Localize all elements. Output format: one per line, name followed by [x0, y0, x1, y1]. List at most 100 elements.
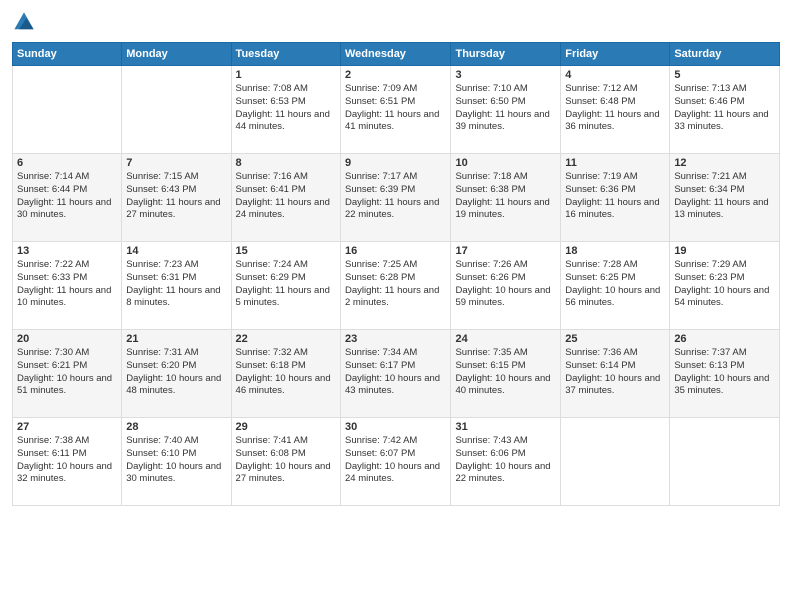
day-number: 31	[455, 421, 556, 433]
day-number: 5	[674, 69, 775, 81]
day-number: 30	[345, 421, 446, 433]
calendar-cell	[13, 66, 122, 154]
week-row-1: 1 Sunrise: 7:08 AMSunset: 6:53 PMDayligh…	[13, 66, 780, 154]
day-number: 24	[455, 333, 556, 345]
day-info: Sunrise: 7:43 AMSunset: 6:06 PMDaylight:…	[455, 435, 550, 484]
page: SundayMondayTuesdayWednesdayThursdayFrid…	[0, 0, 792, 612]
day-info: Sunrise: 7:32 AMSunset: 6:18 PMDaylight:…	[236, 347, 331, 396]
day-info: Sunrise: 7:16 AMSunset: 6:41 PMDaylight:…	[236, 171, 330, 220]
calendar-table: SundayMondayTuesdayWednesdayThursdayFrid…	[12, 42, 780, 506]
day-info: Sunrise: 7:23 AMSunset: 6:31 PMDaylight:…	[126, 259, 220, 308]
day-info: Sunrise: 7:24 AMSunset: 6:29 PMDaylight:…	[236, 259, 330, 308]
day-number: 29	[236, 421, 336, 433]
calendar-cell: 6 Sunrise: 7:14 AMSunset: 6:44 PMDayligh…	[13, 154, 122, 242]
day-info: Sunrise: 7:09 AMSunset: 6:51 PMDaylight:…	[345, 83, 439, 132]
day-info: Sunrise: 7:12 AMSunset: 6:48 PMDaylight:…	[565, 83, 659, 132]
week-row-2: 6 Sunrise: 7:14 AMSunset: 6:44 PMDayligh…	[13, 154, 780, 242]
calendar-cell: 21 Sunrise: 7:31 AMSunset: 6:20 PMDaylig…	[122, 330, 231, 418]
calendar-cell	[561, 418, 670, 506]
day-number: 4	[565, 69, 665, 81]
calendar-cell: 20 Sunrise: 7:30 AMSunset: 6:21 PMDaylig…	[13, 330, 122, 418]
day-info: Sunrise: 7:34 AMSunset: 6:17 PMDaylight:…	[345, 347, 440, 396]
day-info: Sunrise: 7:28 AMSunset: 6:25 PMDaylight:…	[565, 259, 660, 308]
calendar-cell: 30 Sunrise: 7:42 AMSunset: 6:07 PMDaylig…	[341, 418, 451, 506]
day-info: Sunrise: 7:31 AMSunset: 6:20 PMDaylight:…	[126, 347, 221, 396]
calendar-cell: 22 Sunrise: 7:32 AMSunset: 6:18 PMDaylig…	[231, 330, 340, 418]
calendar-cell	[122, 66, 231, 154]
day-number: 14	[126, 245, 226, 257]
day-info: Sunrise: 7:15 AMSunset: 6:43 PMDaylight:…	[126, 171, 220, 220]
day-number: 22	[236, 333, 336, 345]
day-number: 21	[126, 333, 226, 345]
day-number: 19	[674, 245, 775, 257]
day-number: 17	[455, 245, 556, 257]
calendar-cell: 26 Sunrise: 7:37 AMSunset: 6:13 PMDaylig…	[670, 330, 780, 418]
calendar-cell: 19 Sunrise: 7:29 AMSunset: 6:23 PMDaylig…	[670, 242, 780, 330]
calendar-cell: 14 Sunrise: 7:23 AMSunset: 6:31 PMDaylig…	[122, 242, 231, 330]
calendar-cell: 15 Sunrise: 7:24 AMSunset: 6:29 PMDaylig…	[231, 242, 340, 330]
day-info: Sunrise: 7:40 AMSunset: 6:10 PMDaylight:…	[126, 435, 221, 484]
day-number: 2	[345, 69, 446, 81]
calendar-cell: 13 Sunrise: 7:22 AMSunset: 6:33 PMDaylig…	[13, 242, 122, 330]
calendar-cell: 11 Sunrise: 7:19 AMSunset: 6:36 PMDaylig…	[561, 154, 670, 242]
day-info: Sunrise: 7:08 AMSunset: 6:53 PMDaylight:…	[236, 83, 330, 132]
day-info: Sunrise: 7:14 AMSunset: 6:44 PMDaylight:…	[17, 171, 111, 220]
calendar-cell: 3 Sunrise: 7:10 AMSunset: 6:50 PMDayligh…	[451, 66, 561, 154]
day-number: 28	[126, 421, 226, 433]
calendar-cell: 24 Sunrise: 7:35 AMSunset: 6:15 PMDaylig…	[451, 330, 561, 418]
day-number: 26	[674, 333, 775, 345]
calendar-cell: 27 Sunrise: 7:38 AMSunset: 6:11 PMDaylig…	[13, 418, 122, 506]
weekday-header-friday: Friday	[561, 43, 670, 66]
calendar-cell: 31 Sunrise: 7:43 AMSunset: 6:06 PMDaylig…	[451, 418, 561, 506]
day-info: Sunrise: 7:36 AMSunset: 6:14 PMDaylight:…	[565, 347, 660, 396]
day-number: 8	[236, 157, 336, 169]
day-number: 10	[455, 157, 556, 169]
weekday-header-saturday: Saturday	[670, 43, 780, 66]
day-info: Sunrise: 7:29 AMSunset: 6:23 PMDaylight:…	[674, 259, 769, 308]
calendar-cell: 10 Sunrise: 7:18 AMSunset: 6:38 PMDaylig…	[451, 154, 561, 242]
day-info: Sunrise: 7:17 AMSunset: 6:39 PMDaylight:…	[345, 171, 439, 220]
week-row-5: 27 Sunrise: 7:38 AMSunset: 6:11 PMDaylig…	[13, 418, 780, 506]
day-number: 12	[674, 157, 775, 169]
day-number: 16	[345, 245, 446, 257]
day-info: Sunrise: 7:37 AMSunset: 6:13 PMDaylight:…	[674, 347, 769, 396]
weekday-header-sunday: Sunday	[13, 43, 122, 66]
day-info: Sunrise: 7:22 AMSunset: 6:33 PMDaylight:…	[17, 259, 111, 308]
calendar-cell: 5 Sunrise: 7:13 AMSunset: 6:46 PMDayligh…	[670, 66, 780, 154]
weekday-header-monday: Monday	[122, 43, 231, 66]
calendar-cell: 7 Sunrise: 7:15 AMSunset: 6:43 PMDayligh…	[122, 154, 231, 242]
calendar-cell: 16 Sunrise: 7:25 AMSunset: 6:28 PMDaylig…	[341, 242, 451, 330]
weekday-header-tuesday: Tuesday	[231, 43, 340, 66]
day-info: Sunrise: 7:10 AMSunset: 6:50 PMDaylight:…	[455, 83, 549, 132]
week-row-4: 20 Sunrise: 7:30 AMSunset: 6:21 PMDaylig…	[13, 330, 780, 418]
calendar-cell: 4 Sunrise: 7:12 AMSunset: 6:48 PMDayligh…	[561, 66, 670, 154]
weekday-header-thursday: Thursday	[451, 43, 561, 66]
calendar-cell: 8 Sunrise: 7:16 AMSunset: 6:41 PMDayligh…	[231, 154, 340, 242]
day-number: 18	[565, 245, 665, 257]
day-info: Sunrise: 7:18 AMSunset: 6:38 PMDaylight:…	[455, 171, 549, 220]
day-number: 15	[236, 245, 336, 257]
day-number: 27	[17, 421, 117, 433]
day-number: 9	[345, 157, 446, 169]
day-number: 20	[17, 333, 117, 345]
day-number: 11	[565, 157, 665, 169]
day-number: 3	[455, 69, 556, 81]
day-number: 6	[17, 157, 117, 169]
calendar-cell: 1 Sunrise: 7:08 AMSunset: 6:53 PMDayligh…	[231, 66, 340, 154]
day-info: Sunrise: 7:41 AMSunset: 6:08 PMDaylight:…	[236, 435, 331, 484]
calendar-cell	[670, 418, 780, 506]
calendar-cell: 29 Sunrise: 7:41 AMSunset: 6:08 PMDaylig…	[231, 418, 340, 506]
day-info: Sunrise: 7:30 AMSunset: 6:21 PMDaylight:…	[17, 347, 112, 396]
week-row-3: 13 Sunrise: 7:22 AMSunset: 6:33 PMDaylig…	[13, 242, 780, 330]
calendar-cell: 2 Sunrise: 7:09 AMSunset: 6:51 PMDayligh…	[341, 66, 451, 154]
weekday-header-row: SundayMondayTuesdayWednesdayThursdayFrid…	[13, 43, 780, 66]
calendar-cell: 18 Sunrise: 7:28 AMSunset: 6:25 PMDaylig…	[561, 242, 670, 330]
day-number: 13	[17, 245, 117, 257]
weekday-header-wednesday: Wednesday	[341, 43, 451, 66]
day-number: 7	[126, 157, 226, 169]
day-info: Sunrise: 7:25 AMSunset: 6:28 PMDaylight:…	[345, 259, 439, 308]
logo-icon	[12, 10, 36, 34]
logo	[12, 10, 40, 34]
calendar-cell: 9 Sunrise: 7:17 AMSunset: 6:39 PMDayligh…	[341, 154, 451, 242]
day-number: 1	[236, 69, 336, 81]
